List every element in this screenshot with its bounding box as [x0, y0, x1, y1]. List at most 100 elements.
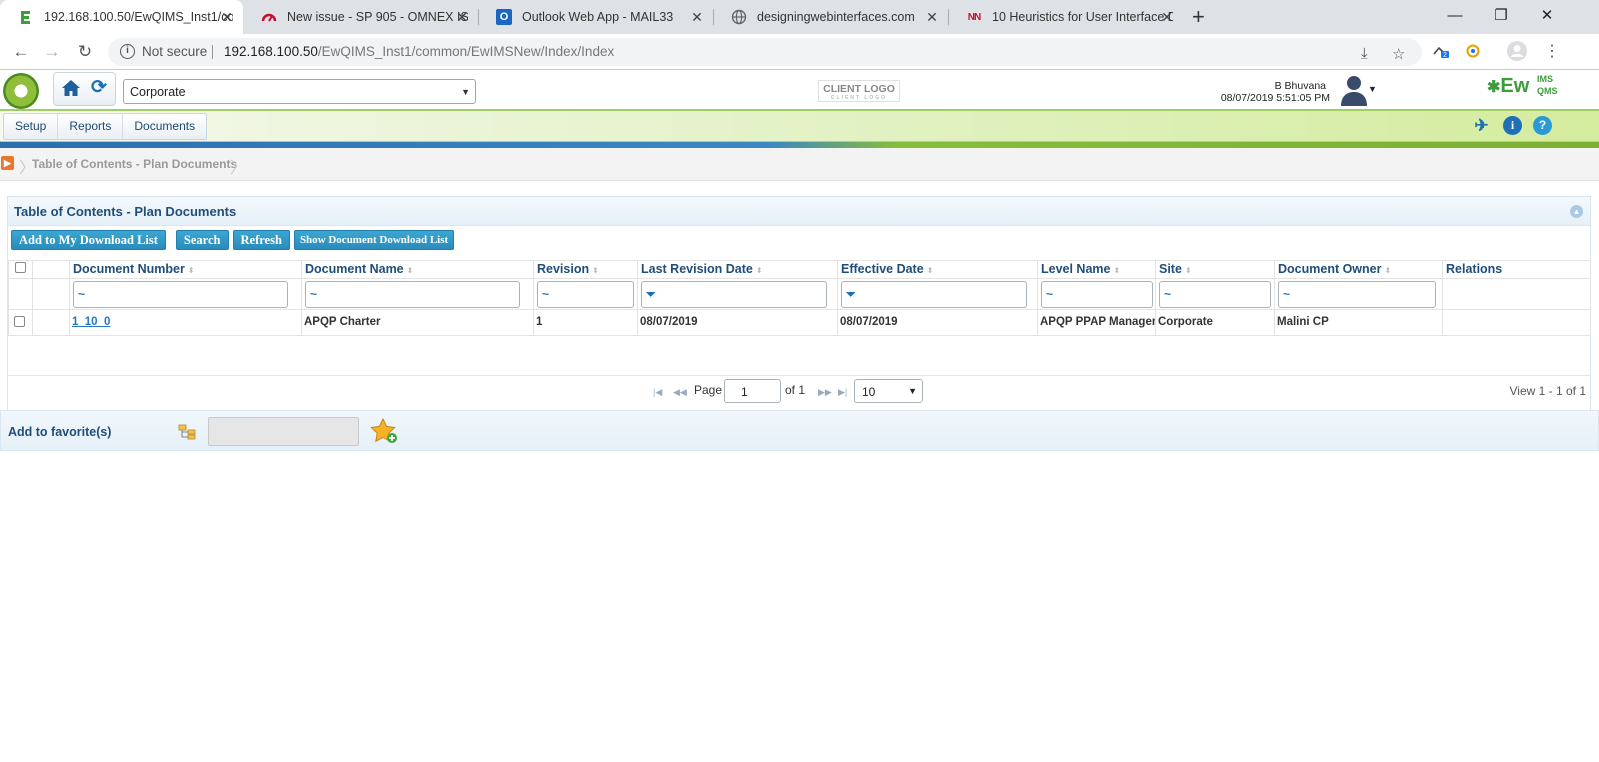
close-tab-icon[interactable]: ✕	[689, 9, 705, 26]
url-path: /EwQIMS_Inst1/common/EwIMSNew/Index/Inde…	[317, 44, 615, 59]
tab-title: 10 Heuristics for User Interface D	[992, 10, 1173, 24]
next-page-icon[interactable]: ▶▶	[818, 387, 832, 398]
prev-page-icon[interactable]: ◀◀	[673, 387, 687, 398]
panel-title: Table of Contents - Plan Documents	[14, 204, 237, 219]
col-level-name[interactable]: Level Name ⬍	[1037, 260, 1156, 279]
first-page-icon[interactable]: |◀	[653, 387, 662, 398]
document-number-link[interactable]: 1_10_0	[72, 316, 110, 328]
col-document-name[interactable]: Document Name ⬍	[301, 260, 534, 279]
table-row[interactable]: 1_10_0 APQP Charter 1 08/07/2019 08/07/2…	[8, 309, 1591, 336]
close-window-icon[interactable]: ✕	[1524, 0, 1570, 34]
spacer-header	[32, 260, 70, 279]
extension-badge: 2	[1443, 52, 1447, 59]
app-wheel-logo[interactable]	[3, 73, 39, 109]
back-icon[interactable]: ←	[9, 41, 33, 63]
browser-tab-ewqims[interactable]: 192.168.100.50/EwQIMS_Inst1/co ✕	[0, 0, 243, 34]
brand-flower-icon: ✱	[1487, 79, 1501, 96]
filter-document-number[interactable]: ~	[73, 281, 288, 308]
restore-icon[interactable]: ❐	[1478, 0, 1524, 34]
select-all-cell	[8, 260, 33, 279]
sort-icon[interactable]: ⬍	[188, 266, 195, 275]
show-download-list-button[interactable]: Show Document Download List	[293, 230, 455, 250]
folder-tree-icon[interactable]	[178, 424, 196, 440]
close-tab-icon[interactable]: ✕	[219, 9, 235, 26]
close-tab-icon[interactable]: ✕	[454, 9, 470, 26]
url-text[interactable]: 192.168.100.50/EwQIMS_Inst1/common/EwIMS…	[224, 44, 614, 59]
home-icon[interactable]	[60, 77, 82, 99]
user-datetime: 08/07/2019 5:51:05 PM	[1220, 92, 1330, 104]
close-tab-icon[interactable]: ✕	[1159, 9, 1175, 26]
filter-effective-date[interactable]: ⏷	[841, 281, 1027, 308]
forward-icon[interactable]: →	[40, 41, 64, 63]
site-select[interactable]: Corporate ▼	[123, 79, 476, 104]
column-label: Level Name	[1041, 262, 1111, 276]
filter-revision[interactable]: ~	[537, 281, 634, 308]
download-icon[interactable]: ⤓	[1361, 45, 1368, 62]
search-button[interactable]: Search	[175, 230, 229, 250]
minimize-icon[interactable]: —	[1432, 0, 1478, 34]
security-label[interactable]: Not secure	[142, 44, 207, 59]
reload-icon[interactable]: ↻	[73, 41, 97, 63]
cell-document-name: APQP Charter	[301, 309, 534, 336]
filter-document-name[interactable]: ~	[305, 281, 520, 308]
filter-level-name[interactable]: ~	[1041, 281, 1153, 308]
tab-title: designingwebinterfaces.com	[757, 10, 915, 24]
sort-icon[interactable]: ⬍	[756, 266, 763, 275]
breadcrumb-home-icon[interactable]: ▶	[1, 156, 14, 170]
favorite-name-input[interactable]	[208, 417, 359, 446]
close-tab-icon[interactable]: ✕	[924, 9, 940, 26]
collapse-icon[interactable]: ▲	[1570, 205, 1583, 218]
menu-reports[interactable]: Reports	[58, 114, 124, 139]
col-document-owner[interactable]: Document Owner ⬍	[1274, 260, 1443, 279]
col-last-revision-date[interactable]: Last Revision Date ⬍	[637, 260, 838, 279]
filter-last-revision-date[interactable]: ⏷	[641, 281, 827, 308]
browser-tab-designing[interactable]: designingwebinterfaces.com ✕	[713, 0, 948, 34]
help-icon[interactable]: ?	[1533, 116, 1552, 135]
browser-tab-outlook[interactable]: O Outlook Web App - MAIL33 ✕	[478, 0, 713, 34]
sort-icon[interactable]: ⬍	[592, 266, 599, 275]
last-page-icon[interactable]: ▶|	[838, 387, 847, 398]
user-avatar-icon[interactable]	[1339, 73, 1369, 106]
profile-icon[interactable]	[1506, 40, 1528, 66]
filter-cell: ~	[1037, 278, 1156, 310]
col-revision[interactable]: Revision ⬍	[533, 260, 638, 279]
filter-cell: ~	[301, 278, 534, 310]
sort-icon[interactable]: ⬍	[1185, 266, 1192, 275]
tab-title: 192.168.100.50/EwQIMS_Inst1/co	[44, 10, 233, 24]
sort-icon[interactable]: ⬍	[1113, 266, 1120, 275]
sort-icon[interactable]: ⬍	[407, 266, 414, 275]
page-size-select[interactable]: 10 ▼	[854, 379, 923, 403]
sort-icon[interactable]: ⬍	[927, 266, 934, 275]
info-icon[interactable]: i	[120, 44, 135, 59]
info-circle-icon[interactable]: i	[1503, 116, 1522, 135]
panel-header: Table of Contents - Plan Documents ▲	[8, 197, 1590, 226]
bookmark-star-icon[interactable]: ☆	[1392, 45, 1405, 63]
browser-tab-heuristics[interactable]: NN 10 Heuristics for User Interface D ✕	[948, 0, 1183, 34]
add-favorite-star-icon[interactable]	[369, 417, 399, 445]
browser-tab-new-issue[interactable]: New issue - SP 905 - OMNEX ISS ✕	[243, 0, 478, 34]
col-effective-date[interactable]: Effective Date ⬍	[837, 260, 1038, 279]
extension-icon[interactable]: 2	[1432, 43, 1450, 63]
user-menu-chevron-icon[interactable]: ▼	[1368, 84, 1377, 94]
row-checkbox[interactable]	[14, 316, 25, 327]
select-all-checkbox[interactable]	[15, 262, 26, 273]
filter-cell: ~	[69, 278, 302, 310]
filter-document-owner[interactable]: ~	[1278, 281, 1436, 308]
col-site[interactable]: Site ⬍	[1155, 260, 1275, 279]
menu-setup[interactable]: Setup	[4, 114, 59, 139]
breadcrumb-separator: 〉	[230, 160, 247, 177]
refresh-icon[interactable]: ⟳	[88, 78, 110, 98]
filter-site[interactable]: ~	[1159, 281, 1271, 308]
extension-ring-icon[interactable]	[1465, 43, 1481, 63]
address-bar[interactable]: i Not secure 192.168.100.50/EwQIMS_Inst1…	[108, 38, 1422, 66]
page-number-input[interactable]: 1	[724, 379, 781, 403]
col-document-number[interactable]: Document Number ⬍	[69, 260, 302, 279]
sort-icon[interactable]: ⬍	[1385, 266, 1392, 275]
refresh-button[interactable]: Refresh	[232, 230, 290, 250]
pin-icon[interactable]: ✈	[1472, 116, 1491, 135]
add-to-download-list-button[interactable]: Add to My Download List	[11, 230, 166, 250]
main-menu-bar: Setup Reports Documents ✈ i ?	[0, 111, 1599, 142]
new-tab-icon[interactable]: +	[1192, 4, 1205, 30]
menu-documents[interactable]: Documents	[123, 114, 206, 139]
browser-menu-icon[interactable]: ⋮	[1544, 41, 1560, 61]
